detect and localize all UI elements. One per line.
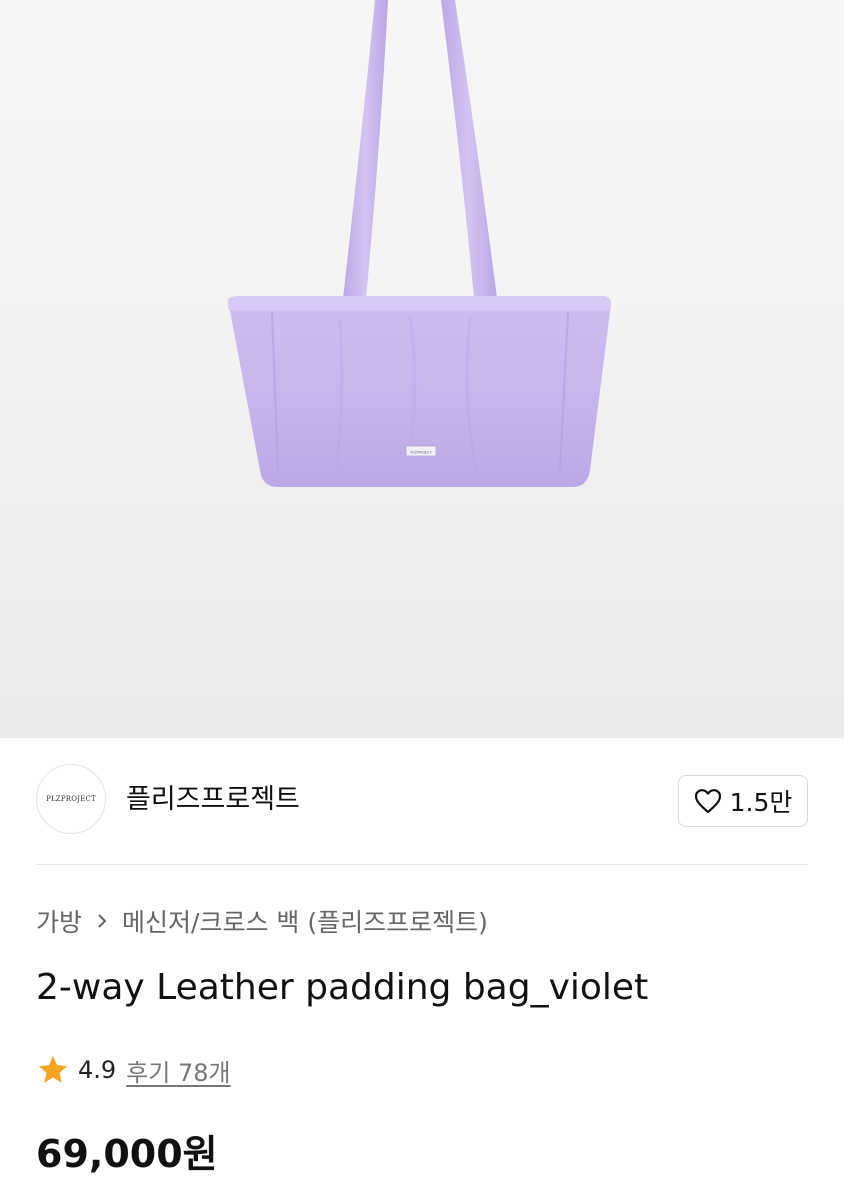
breadcrumb-category[interactable]: 가방 <box>36 903 82 939</box>
breadcrumb: 가방 메신저/크로스 백 (플리즈프로젝트) <box>36 903 488 939</box>
heart-outline-icon <box>694 789 721 814</box>
price: 69,000원 <box>36 1132 218 1176</box>
brand-logo-text: PLZPROJECT <box>46 795 96 803</box>
review-count-link[interactable]: 후기 78개 <box>126 1053 230 1088</box>
rating-row: 4.9 후기 78개 <box>36 1052 231 1088</box>
product-page: PLZPROJECT PLZPROJECT 플리즈프로젝트 1.5만 가방 메신… <box>0 0 844 1200</box>
left-strap <box>343 0 388 298</box>
like-count: 1.5만 <box>729 788 793 817</box>
like-button[interactable]: 1.5만 <box>678 775 808 827</box>
bag-body <box>228 296 611 487</box>
chevron-right-icon <box>94 911 110 931</box>
brand-name[interactable]: 플리즈프로젝트 <box>126 784 300 816</box>
divider <box>36 864 808 865</box>
brand-logo[interactable]: PLZPROJECT <box>36 764 106 834</box>
brand-row: PLZPROJECT 플리즈프로젝트 1.5만 <box>36 764 808 836</box>
star-icon <box>38 1055 68 1083</box>
product-title: 2-way Leather padding bag_violet <box>36 967 649 1008</box>
right-strap <box>441 0 497 298</box>
breadcrumb-subcategory[interactable]: 메신저/크로스 백 (플리즈프로젝트) <box>122 903 488 939</box>
violet-tote-bag-illustration: PLZPROJECT <box>228 0 611 487</box>
rating-value: 4.9 <box>78 1056 117 1084</box>
brand-label-text: PLZPROJECT <box>411 451 433 455</box>
product-image[interactable]: PLZPROJECT <box>0 0 844 738</box>
